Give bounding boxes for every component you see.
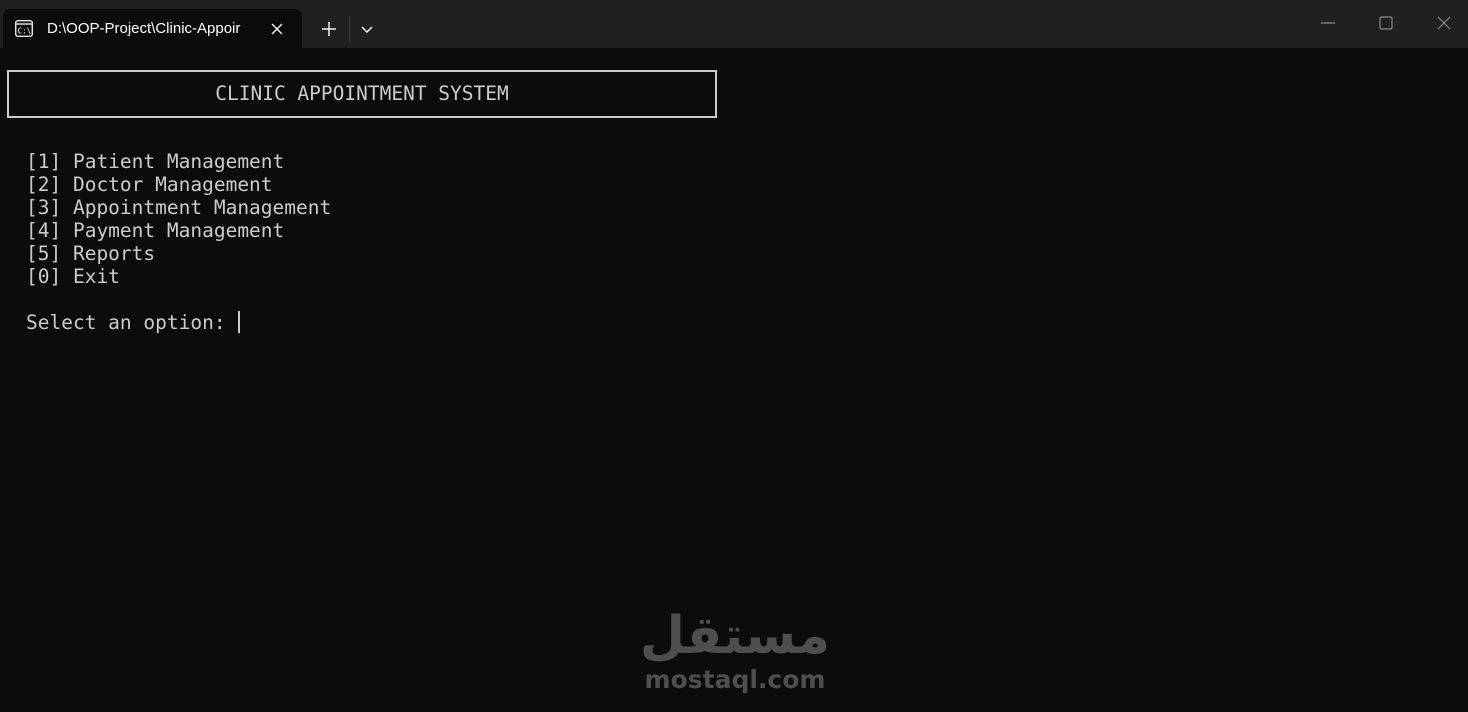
close-window-button[interactable] bbox=[1416, 0, 1468, 46]
terminal-tab[interactable]: C:\ D:\OOP-Project\Clinic-Appoir bbox=[3, 9, 302, 48]
text-cursor bbox=[237, 311, 240, 333]
tab-title: D:\OOP-Project\Clinic-Appoir bbox=[47, 20, 241, 37]
tab-dropdown-button[interactable] bbox=[354, 14, 380, 44]
menu-item-doctor-management: [2] Doctor Management bbox=[26, 173, 273, 196]
menu-item-exit: [0] Exit bbox=[26, 265, 120, 288]
watermark-arabic: مستقل bbox=[639, 606, 830, 666]
minimize-icon bbox=[1321, 22, 1335, 24]
maximize-button[interactable] bbox=[1358, 0, 1414, 46]
system-title: CLINIC APPOINTMENT SYSTEM bbox=[215, 82, 509, 105]
prompt-label: Select an option: bbox=[26, 311, 226, 334]
title-bar[interactable]: C:\ D:\OOP-Project\Clinic-Appoir bbox=[0, 0, 1468, 48]
minimize-button[interactable] bbox=[1300, 0, 1356, 46]
watermark-latin: mostaql.com bbox=[644, 665, 826, 694]
close-icon bbox=[1437, 16, 1451, 30]
header-box: CLINIC APPOINTMENT SYSTEM bbox=[7, 70, 717, 118]
menu-item-patient-management: [1] Patient Management bbox=[26, 150, 285, 173]
svg-text:C:\: C:\ bbox=[18, 27, 32, 36]
watermark-logo: مستقل mostaql.com bbox=[640, 606, 830, 706]
menu-item-reports: [5] Reports bbox=[26, 242, 156, 265]
plus-icon bbox=[322, 22, 336, 36]
close-icon bbox=[271, 23, 283, 35]
terminal-icon: C:\ bbox=[15, 20, 33, 37]
menu-item-appointment-management: [3] Appointment Management bbox=[26, 196, 332, 219]
terminal-window: C:\ D:\OOP-Project\Clinic-Appoir CLINIC … bbox=[0, 0, 1468, 712]
maximize-icon bbox=[1379, 16, 1393, 30]
menu-item-payment-management: [4] Payment Management bbox=[26, 219, 285, 242]
chevron-down-icon bbox=[361, 26, 373, 33]
main-menu: [1] Patient Management [2] Doctor Manage… bbox=[26, 150, 331, 288]
new-tab-button[interactable] bbox=[314, 14, 344, 44]
close-tab-button[interactable] bbox=[267, 19, 287, 39]
option-prompt[interactable]: Select an option: bbox=[26, 311, 240, 335]
tab-separator bbox=[349, 16, 350, 42]
